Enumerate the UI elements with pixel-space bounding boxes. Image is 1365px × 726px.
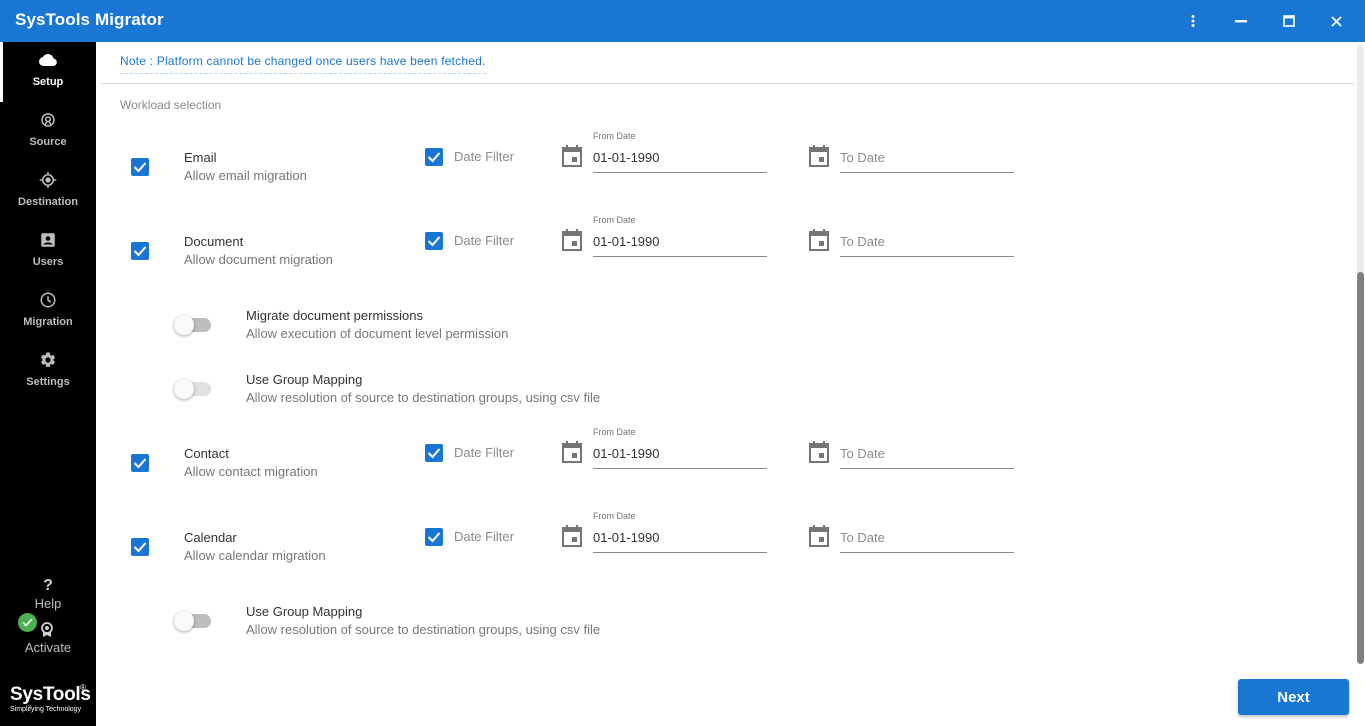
scrollbar-thumb[interactable] <box>1357 272 1364 664</box>
help-icon: ? <box>43 577 53 594</box>
check-icon <box>427 236 441 247</box>
calendar-icon[interactable] <box>562 441 582 463</box>
sidebar-item-destination[interactable]: Destination <box>0 162 96 222</box>
source-icon <box>41 113 55 127</box>
workload-title: Calendar <box>184 530 237 545</box>
calendar-group-mapping-toggle[interactable] <box>174 611 214 631</box>
option-title: Migrate document permissions <box>246 308 424 323</box>
sidebar-item-label: Settings <box>26 376 70 388</box>
check-icon <box>133 458 147 469</box>
workload-title: Contact <box>184 446 229 461</box>
user-card-icon <box>41 233 55 247</box>
email-to-date-input[interactable]: To Date <box>840 131 1014 173</box>
check-icon <box>427 532 441 543</box>
calendar-icon[interactable] <box>809 145 829 167</box>
calendar-from-date-input[interactable]: From Date 01-01-1990 <box>593 511 767 553</box>
sidebar-item-settings[interactable]: Settings <box>0 342 96 402</box>
calendar-checkbox[interactable] <box>131 538 149 556</box>
date-filter-label: Date Filter <box>454 233 514 248</box>
workload-title: Email <box>184 150 217 165</box>
app-title: SysTools Migrator <box>15 10 164 29</box>
workload-title: Document <box>184 234 244 249</box>
calendar-date-filter-checkbox[interactable] <box>425 528 443 546</box>
document-checkbox[interactable] <box>131 242 149 260</box>
title-bar: SysTools Migrator <box>0 0 1365 42</box>
date-filter-label: Date Filter <box>454 529 514 544</box>
minimize-button[interactable] <box>1217 0 1265 42</box>
sidebar-item-label: Setup <box>32 76 64 88</box>
clock-icon <box>40 292 56 308</box>
contact-date-filter-checkbox[interactable] <box>425 444 443 462</box>
award-icon <box>41 622 53 637</box>
calendar-icon[interactable] <box>809 525 829 547</box>
option-subtitle: Allow resolution of source to destinatio… <box>246 622 601 637</box>
sidebar-item-setup[interactable]: Setup <box>0 42 96 102</box>
platform-note: Note : Platform cannot be changed once u… <box>120 54 486 74</box>
document-from-date-input[interactable]: From Date 01-01-1990 <box>593 215 767 257</box>
target-icon <box>39 171 57 189</box>
date-filter-label: Date Filter <box>454 445 514 460</box>
workload-subtitle: Allow email migration <box>184 168 307 183</box>
sidebar-item-label: Source <box>29 136 67 148</box>
sidebar-item-label: Users <box>32 256 64 268</box>
workload-subtitle: Allow contact migration <box>184 464 318 479</box>
contact-from-date-input[interactable]: From Date 01-01-1990 <box>593 427 767 469</box>
section-title: Workload selection <box>120 98 222 112</box>
email-from-date-input[interactable]: From Date 01-01-1990 <box>593 131 767 173</box>
workload-subtitle: Allow calendar migration <box>184 548 326 563</box>
check-icon <box>133 246 147 257</box>
activate-label: Activate <box>24 640 72 655</box>
cloud-icon <box>39 53 57 66</box>
contact-to-date-input[interactable]: To Date <box>840 427 1014 469</box>
sidebar-item-users[interactable]: Users <box>0 222 96 282</box>
main-content: Note : Platform cannot be changed once u… <box>96 42 1354 726</box>
option-title: Use Group Mapping <box>246 372 363 387</box>
divider <box>100 83 1354 84</box>
calendar-to-date-input[interactable]: To Date <box>840 511 1014 553</box>
sidebar-item-source[interactable]: Source <box>0 102 96 162</box>
help-label: Help <box>34 596 62 611</box>
check-icon <box>427 448 441 459</box>
minimize-icon <box>1235 19 1247 22</box>
option-title: Use Group Mapping <box>246 604 363 619</box>
option-subtitle: Allow execution of document level permis… <box>246 326 509 341</box>
check-icon <box>133 542 147 553</box>
option-subtitle: Allow resolution of source to destinatio… <box>246 390 601 405</box>
document-group-mapping-toggle[interactable] <box>174 379 214 399</box>
check-icon <box>427 152 441 163</box>
workload-subtitle: Allow document migration <box>184 252 333 267</box>
calendar-icon[interactable] <box>562 525 582 547</box>
calendar-icon[interactable] <box>562 145 582 167</box>
date-filter-label: Date Filter <box>454 149 514 164</box>
help-button[interactable]: ? Help <box>0 577 96 612</box>
more-options-button[interactable] <box>1169 0 1217 42</box>
close-button[interactable] <box>1312 0 1360 42</box>
email-date-filter-checkbox[interactable] <box>425 148 443 166</box>
sidebar: Setup Source Destination Users Migration… <box>0 42 96 726</box>
systools-logo: SysTools ® Simplifying Technology <box>10 683 91 713</box>
more-vertical-icon <box>1191 15 1195 27</box>
document-permissions-toggle[interactable] <box>174 315 214 335</box>
sidebar-item-label: Migration <box>23 316 73 328</box>
email-checkbox[interactable] <box>131 158 149 176</box>
check-icon <box>133 162 147 173</box>
sidebar-item-migration[interactable]: Migration <box>0 282 96 342</box>
calendar-icon[interactable] <box>809 229 829 251</box>
next-button[interactable]: Next <box>1238 679 1349 715</box>
document-to-date-input[interactable]: To Date <box>840 215 1014 257</box>
close-icon <box>1330 15 1342 27</box>
check-icon <box>22 618 33 627</box>
document-date-filter-checkbox[interactable] <box>425 232 443 250</box>
maximize-icon <box>1283 15 1295 27</box>
calendar-icon[interactable] <box>562 229 582 251</box>
calendar-icon[interactable] <box>809 441 829 463</box>
activated-badge <box>18 613 37 632</box>
sidebar-item-label: Destination <box>18 196 78 208</box>
contact-checkbox[interactable] <box>131 454 149 472</box>
gear-icon <box>40 352 56 367</box>
maximize-button[interactable] <box>1265 0 1313 42</box>
